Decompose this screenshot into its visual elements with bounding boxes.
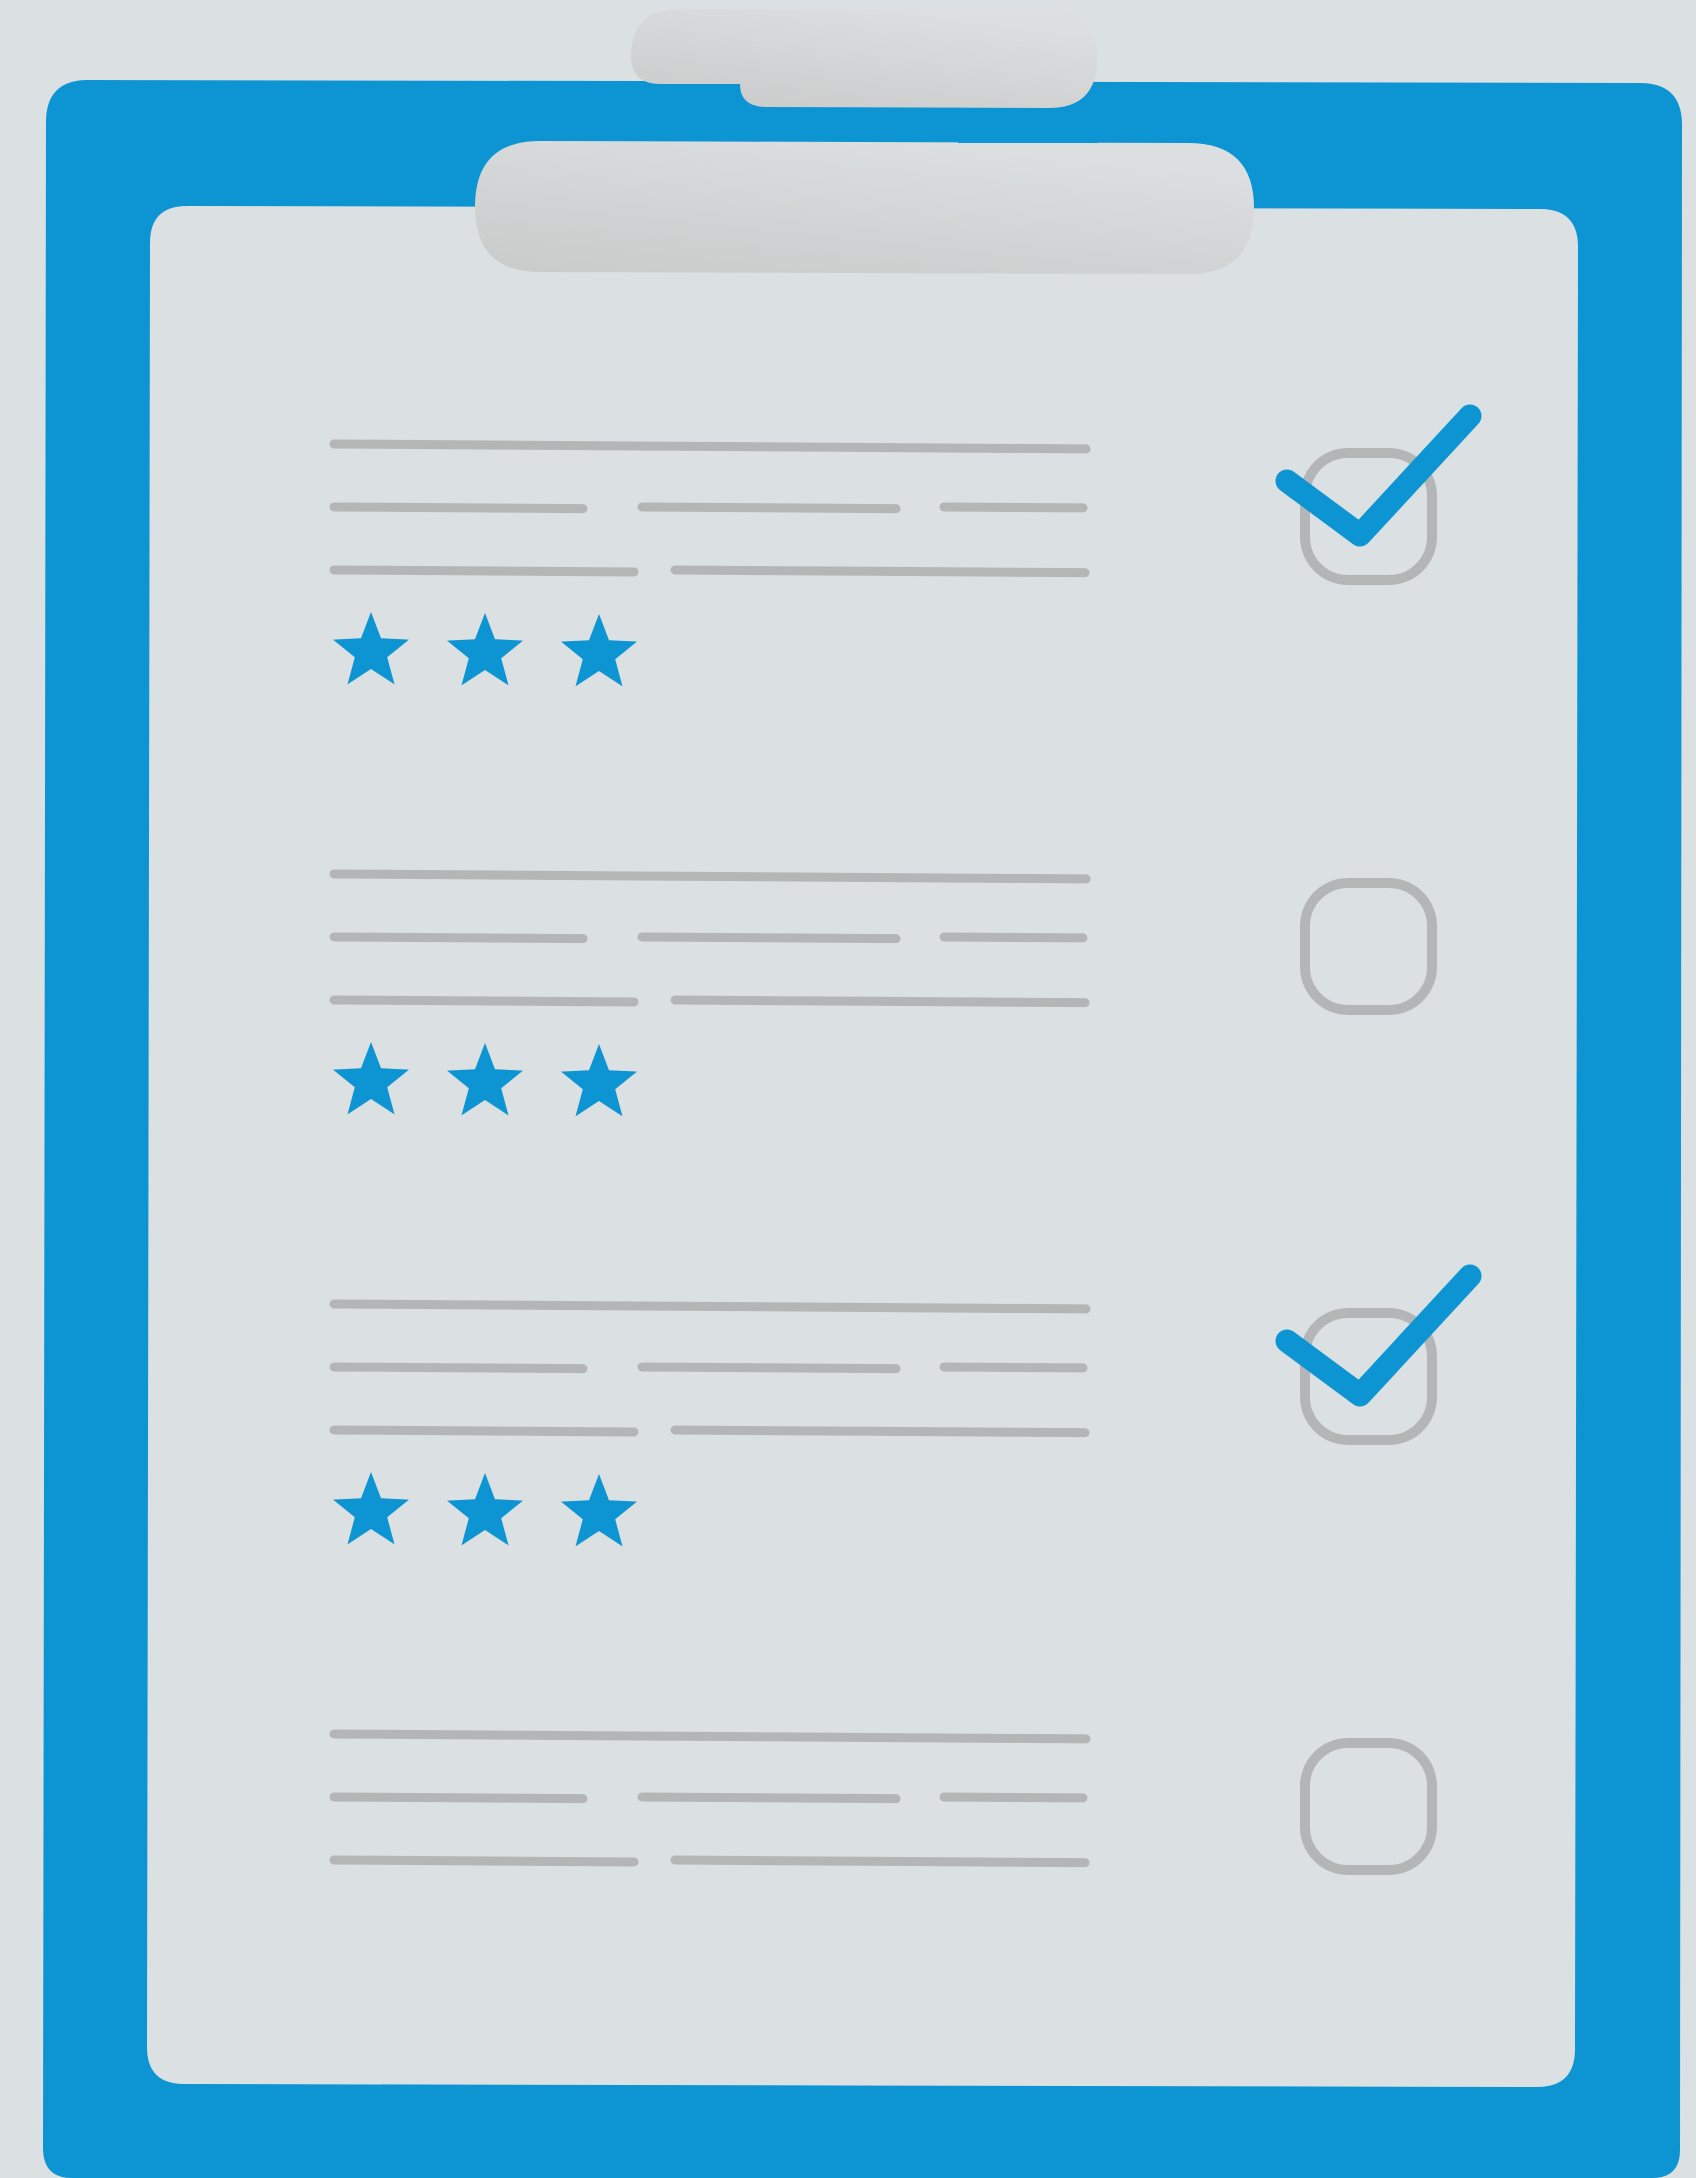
placeholder-text-line — [637, 1362, 901, 1374]
placeholder-text-line — [329, 565, 639, 577]
placeholder-text-line — [329, 995, 639, 1007]
placeholder-text-line — [329, 932, 588, 944]
placeholder-text-line — [329, 1425, 639, 1437]
placeholder-text-line — [939, 502, 1088, 513]
placeholder-text-line — [329, 1729, 1091, 1744]
placeholder-text-line — [939, 1362, 1088, 1373]
placeholder-text-line — [670, 565, 1090, 578]
placeholder-text-line — [939, 932, 1088, 943]
placeholder-text-line — [329, 439, 1091, 454]
placeholder-text-line — [670, 1425, 1090, 1438]
placeholder-text-line — [637, 1792, 901, 1804]
placeholder-text-line — [670, 995, 1090, 1008]
placeholder-text-line — [329, 869, 1091, 884]
placeholder-text-line — [939, 1792, 1088, 1803]
paper-sheet — [147, 206, 1578, 2087]
placeholder-text-line — [329, 1362, 588, 1374]
placeholder-text-line — [329, 1855, 639, 1867]
clipboard-checklist-illustration — [43, 9, 1682, 2178]
placeholder-text-line — [637, 932, 901, 944]
placeholder-text-line — [329, 1299, 1091, 1314]
placeholder-text-line — [329, 1792, 588, 1804]
placeholder-text-line — [637, 502, 901, 514]
placeholder-text-line — [329, 502, 588, 514]
placeholder-text-line — [670, 1855, 1090, 1868]
